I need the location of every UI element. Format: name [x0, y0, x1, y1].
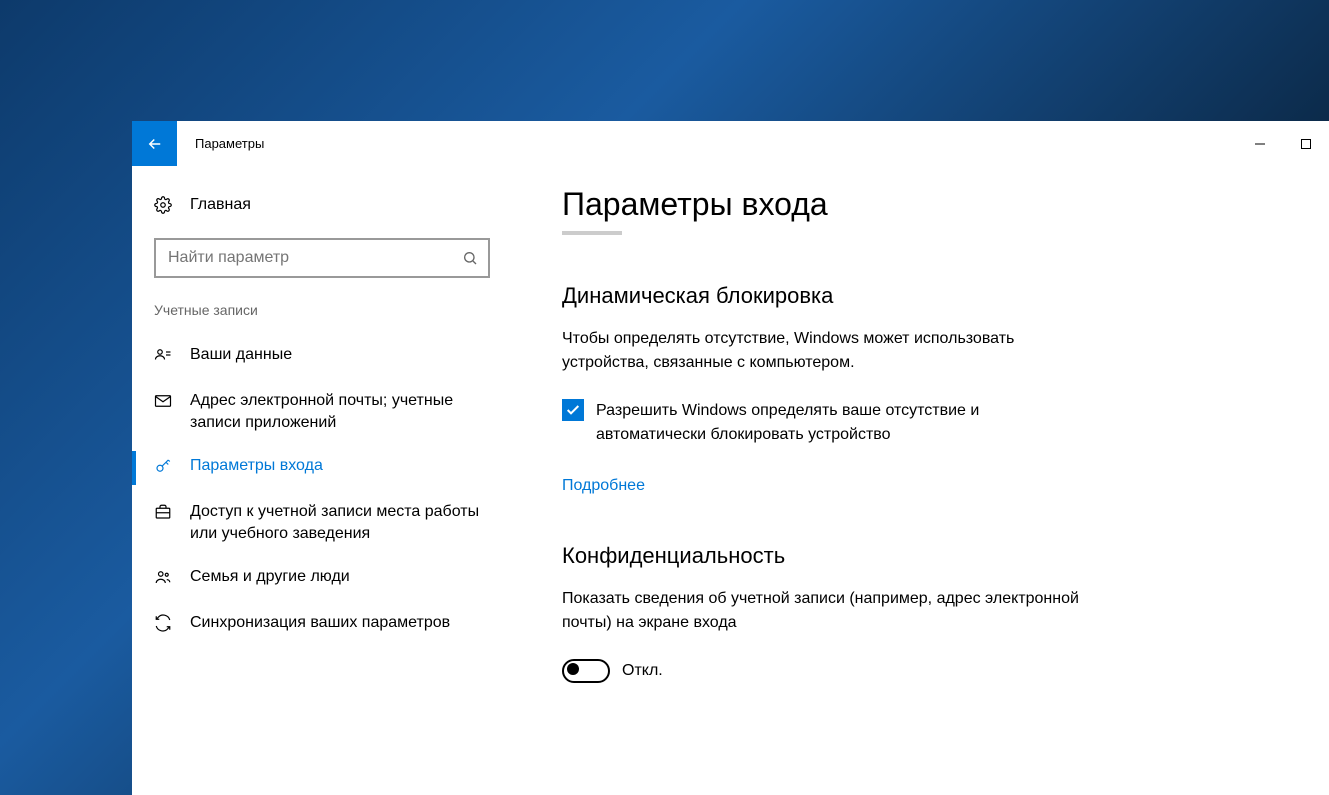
key-icon — [154, 457, 172, 475]
settings-window: Параметры Главная Учетные записи — [132, 121, 1329, 795]
privacy-toggle-label: Откл. — [622, 662, 663, 680]
page-title: Параметры входа — [562, 186, 1289, 223]
window-controls — [1237, 121, 1329, 166]
sidebar-item-email-accounts[interactable]: Адрес электронной почты; учетные записи … — [132, 380, 512, 445]
dynamic-lock-checkbox-label: Разрешить Windows определять ваше отсутс… — [596, 399, 1082, 447]
sidebar-item-label: Параметры входа — [190, 455, 323, 477]
search-icon — [462, 250, 478, 266]
sidebar-home-label: Главная — [190, 196, 251, 214]
sidebar: Главная Учетные записи Ваши данные А — [132, 166, 512, 795]
sidebar-item-label: Синхронизация ваших параметров — [190, 612, 450, 634]
title-underline — [562, 231, 622, 235]
content-area: Параметры входа Динамическая блокировка … — [512, 166, 1329, 795]
sidebar-item-signin-options[interactable]: Параметры входа — [132, 445, 512, 491]
checkmark-icon — [565, 402, 581, 418]
sidebar-item-label: Доступ к учетной записи места работы или… — [190, 501, 490, 546]
sidebar-item-work-access[interactable]: Доступ к учетной записи места работы или… — [132, 491, 512, 556]
sidebar-item-label: Адрес электронной почты; учетные записи … — [190, 390, 490, 435]
titlebar: Параметры — [132, 121, 1329, 166]
back-button[interactable] — [132, 121, 177, 166]
sidebar-home[interactable]: Главная — [132, 186, 512, 224]
dynamic-lock-checkbox-row: Разрешить Windows определять ваше отсутс… — [562, 399, 1082, 447]
gear-icon — [154, 196, 172, 214]
search-box[interactable] — [154, 238, 490, 278]
arrow-left-icon — [146, 135, 164, 153]
privacy-toggle-row: Откл. — [562, 659, 1289, 683]
dynamic-lock-description: Чтобы определять отсутствие, Windows мож… — [562, 327, 1082, 375]
mail-icon — [154, 392, 172, 410]
search-input[interactable] — [166, 248, 462, 268]
maximize-button[interactable] — [1283, 121, 1329, 166]
section-heading-privacy: Конфиденциальность — [562, 543, 1289, 569]
sidebar-category: Учетные записи — [132, 302, 512, 318]
window-title: Параметры — [195, 136, 264, 151]
privacy-toggle[interactable] — [562, 659, 610, 683]
people-icon — [154, 568, 172, 586]
briefcase-icon — [154, 503, 172, 521]
sync-icon — [154, 614, 172, 632]
window-body: Главная Учетные записи Ваши данные А — [132, 166, 1329, 795]
minimize-button[interactable] — [1237, 121, 1283, 166]
learn-more-link[interactable]: Подробнее — [562, 477, 645, 495]
privacy-description: Показать сведения об учетной записи (нап… — [562, 587, 1082, 635]
person-card-icon — [154, 346, 172, 364]
sidebar-item-family[interactable]: Семья и другие люди — [132, 556, 512, 602]
section-heading-dynamic-lock: Динамическая блокировка — [562, 283, 1289, 309]
sidebar-item-label: Ваши данные — [190, 344, 292, 366]
toggle-knob — [567, 663, 579, 675]
sidebar-item-your-info[interactable]: Ваши данные — [132, 334, 512, 380]
dynamic-lock-checkbox[interactable] — [562, 399, 584, 421]
sidebar-item-label: Семья и другие люди — [190, 566, 350, 588]
sidebar-item-sync[interactable]: Синхронизация ваших параметров — [132, 602, 512, 648]
